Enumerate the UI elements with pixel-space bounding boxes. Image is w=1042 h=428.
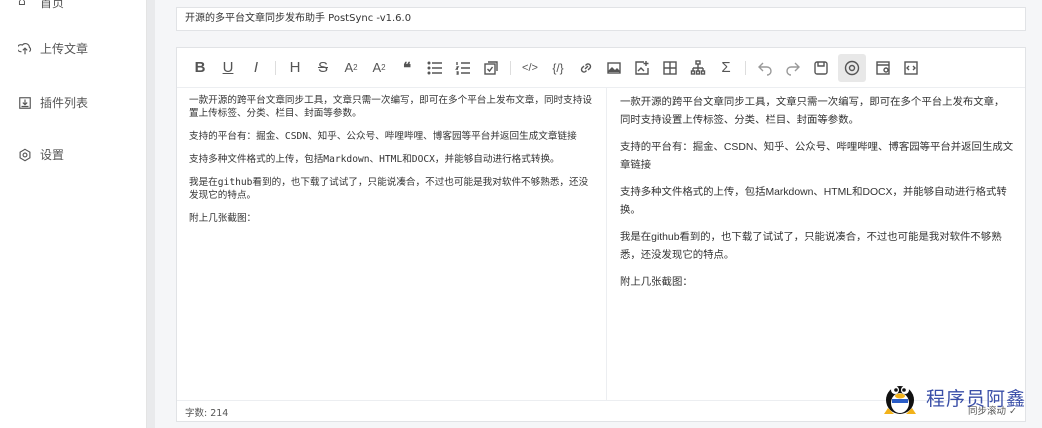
source-paragraph: 支持的平台有：掘金、CSDN、知乎、公众号、哔哩哔哩、博客园等平台并返回生成文章… bbox=[189, 131, 577, 142]
code-inline-button[interactable]: </> bbox=[519, 57, 541, 79]
katex-button[interactable]: Σ bbox=[715, 57, 737, 79]
watermark: 程序员阿鑫 bbox=[880, 378, 1026, 416]
toolbar-divider bbox=[275, 60, 276, 75]
sidebar-divider bbox=[147, 0, 155, 428]
sidebar-item-upload[interactable]: 上传文章 bbox=[18, 40, 88, 57]
sidebar-item-plugins[interactable]: 插件列表 bbox=[18, 94, 88, 111]
plugin-list-icon bbox=[18, 96, 32, 110]
table-button[interactable] bbox=[659, 57, 681, 79]
sidebar-item-label: 插件列表 bbox=[40, 96, 89, 110]
preview-paragraph: 附上几张截图： bbox=[620, 277, 693, 288]
markdown-source-pane[interactable]: 一款开源的跨平台文章同步工具，文章只需一次编写，即可在多个平台上发布文章，同时支… bbox=[177, 88, 607, 401]
main-content: 开源的多平台文章同步发布助手 PostSync -v1.6.0 B U I H … bbox=[155, 0, 1042, 428]
sidebar-item-label: 首页 bbox=[40, 0, 65, 10]
home-icon: ⌂ bbox=[18, 0, 26, 8]
image-upload-button[interactable] bbox=[631, 57, 653, 79]
sidebar: ⌂ 首页 上传文章 插件列表 设置 bbox=[0, 0, 147, 428]
underline-button[interactable]: U bbox=[217, 57, 239, 79]
html-preview-icon bbox=[876, 60, 890, 75]
source-paragraph: 附上几张截图： bbox=[189, 213, 257, 224]
upload-icon bbox=[18, 42, 32, 56]
diagram-icon bbox=[690, 59, 706, 75]
settings-icon bbox=[18, 148, 32, 162]
toolbar-divider bbox=[510, 60, 511, 75]
bold-button[interactable]: B bbox=[189, 57, 211, 79]
sidebar-item-settings[interactable]: 设置 bbox=[18, 146, 64, 163]
italic-button[interactable]: I bbox=[245, 57, 267, 79]
eye-icon bbox=[844, 60, 860, 75]
image-icon bbox=[607, 61, 621, 74]
undo-icon bbox=[758, 62, 772, 76]
source-paragraph: 一款开源的跨平台文章同步工具，文章只需一次编写，即可在多个平台上发布文章，同时支… bbox=[189, 95, 592, 119]
sidebar-item-label: 上传文章 bbox=[40, 42, 89, 56]
task-icon bbox=[484, 60, 498, 75]
sidebar-item-label: 设置 bbox=[40, 148, 65, 162]
title-input[interactable]: 开源的多平台文章同步发布助手 PostSync -v1.6.0 bbox=[176, 7, 1026, 31]
redo-icon bbox=[786, 62, 800, 76]
subscript-button[interactable]: A2 bbox=[340, 57, 362, 79]
html-preview-button[interactable] bbox=[872, 57, 894, 79]
markdown-editor: B U I H S A2 A2 ❝ </> {/} Σ 一款开源的跨平台文章同步… bbox=[176, 47, 1026, 422]
image-upload-icon bbox=[635, 60, 649, 75]
preview-button[interactable] bbox=[838, 53, 866, 82]
ordered-list-icon bbox=[455, 61, 470, 75]
superscript-button[interactable]: A2 bbox=[368, 57, 390, 79]
markdown-preview-pane: 一款开源的跨平台文章同步工具，文章只需一次编写，即可在多个平台上发布文章，同时支… bbox=[608, 88, 1026, 401]
redo-button[interactable] bbox=[782, 57, 804, 79]
preview-paragraph: 支持的平台有：掘金、CSDN、知乎、公众号、哔哩哔哩、博客园等平台并返回生成文章… bbox=[620, 142, 1014, 171]
app-window: ⌂ 首页 上传文章 插件列表 设置 开源的多平台文章同步发布助手 PostSyn… bbox=[0, 0, 1042, 428]
unordered-list-button[interactable] bbox=[424, 57, 446, 79]
penguin-logo-icon bbox=[884, 386, 916, 414]
toolbar-divider bbox=[745, 60, 746, 75]
editor-toolbar: B U I H S A2 A2 ❝ </> {/} Σ bbox=[177, 48, 1025, 88]
link-icon bbox=[580, 62, 592, 73]
code-block-button[interactable]: {/} bbox=[547, 57, 569, 79]
catalog-button[interactable] bbox=[900, 57, 922, 79]
preview-paragraph: 一款开源的跨平台文章同步工具，文章只需一次编写，即可在多个平台上发布文章，同时支… bbox=[620, 97, 1005, 126]
table-icon bbox=[663, 60, 677, 75]
link-button[interactable] bbox=[575, 57, 597, 79]
preview-paragraph: 我是在github看到的，也下载了试试了，只能说凑合，不过也可能是我对软件不够熟… bbox=[620, 232, 1002, 261]
task-button[interactable] bbox=[480, 57, 502, 79]
undo-button[interactable] bbox=[754, 57, 776, 79]
save-icon bbox=[814, 60, 828, 75]
mermaid-button[interactable] bbox=[687, 57, 709, 79]
image-button[interactable] bbox=[603, 57, 625, 79]
heading-button[interactable]: H bbox=[284, 57, 306, 79]
strikethrough-button[interactable]: S bbox=[312, 57, 334, 79]
save-button[interactable] bbox=[810, 57, 832, 79]
source-paragraph: 我是在github看到的，也下载了试试了，只能说凑合，不过也可能是我对软件不够熟… bbox=[189, 177, 589, 201]
source-paragraph: 支持多种文件格式的上传，包括Markdown、HTML和DOCX，并能够自动进行… bbox=[189, 154, 560, 165]
ordered-list-button[interactable] bbox=[452, 57, 474, 79]
word-count: 字数: 214 bbox=[185, 408, 229, 419]
quote-button[interactable]: ❝ bbox=[396, 57, 418, 79]
sidebar-item-home[interactable]: ⌂ 首页 bbox=[18, 0, 64, 11]
unordered-list-icon bbox=[427, 61, 442, 74]
watermark-text: 程序员阿鑫 bbox=[926, 387, 1027, 410]
catalog-icon bbox=[904, 60, 918, 75]
preview-paragraph: 支持多种文件格式的上传，包括Markdown、HTML和DOCX，并能够自动进行… bbox=[620, 187, 1007, 216]
